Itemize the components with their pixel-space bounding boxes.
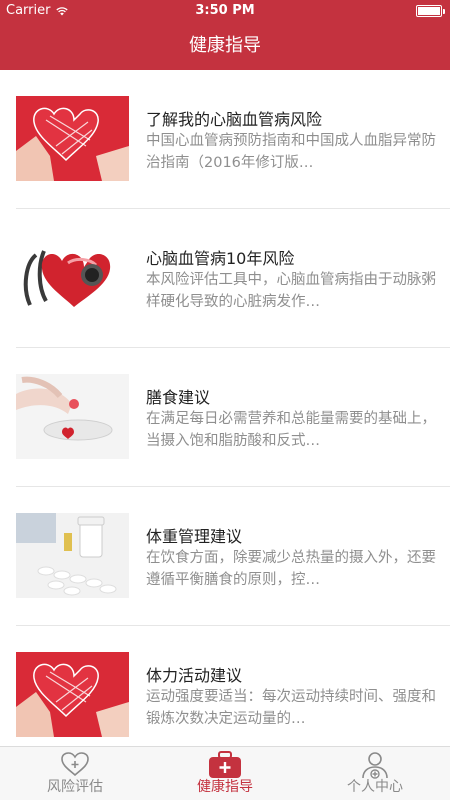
- tab-risk-assessment[interactable]: 风险评估: [0, 747, 150, 800]
- article-desc: 在饮食方面，除要减少总热量的摄入外，还要遵循平衡膳食的原则，控…: [146, 550, 436, 588]
- nav-bar: 健康指导: [0, 22, 450, 70]
- heart-plus-icon: [61, 752, 89, 777]
- tab-personal-center[interactable]: 个人中心: [300, 747, 450, 800]
- heart-hands-image: [16, 652, 129, 737]
- article-desc: 中国心血管病预防指南和中国成人血脂异常防治指南（2016年修订版…: [146, 133, 436, 171]
- status-time: 3:50 PM: [195, 3, 255, 18]
- article-item[interactable]: 心脑血管病10年风险 本风险评估工具中，心脑血管病指由于动脉粥样硬化导致的心脏病…: [16, 209, 450, 348]
- battery-icon: [416, 5, 445, 17]
- article-desc: 本风险评估工具中，心脑血管病指由于动脉粥样硬化导致的心脏病发作…: [146, 272, 436, 310]
- heart-hands-image: [16, 96, 129, 181]
- tab-bar: 风险评估 健康指导 个人中心: [0, 746, 450, 800]
- screen: Carrier 3:50 PM 健康指导 了解我的心脑血管病风险 中国心血管病预…: [0, 0, 450, 800]
- medical-kit-icon: [209, 751, 241, 778]
- status-bar: Carrier 3:50 PM: [0, 0, 450, 22]
- tab-label: 健康指导: [197, 779, 253, 795]
- article-title: 膳食建议: [146, 388, 211, 407]
- page-title: 健康指导: [189, 35, 261, 56]
- article-title: 体重管理建议: [146, 527, 243, 546]
- article-item[interactable]: 体力活动建议 运动强度要适当：每次运动持续时间、强度和锻炼次数决定运动量的…: [16, 626, 450, 746]
- tab-label: 风险评估: [47, 779, 103, 795]
- article-title: 了解我的心脑血管病风险: [146, 110, 323, 129]
- user-plus-icon: [362, 752, 388, 779]
- article-title: 心脑血管病10年风险: [146, 249, 295, 268]
- article-item[interactable]: 膳食建议 在满足每日必需营养和总能量需要的基础上，当摄入饱和脂肪酸和反式…: [16, 348, 450, 487]
- heart-stethoscope-image: [16, 235, 129, 320]
- article-desc: 在满足每日必需营养和总能量需要的基础上，当摄入饱和脂肪酸和反式…: [146, 411, 436, 449]
- article-item[interactable]: 了解我的心脑血管病风险 中国心血管病预防指南和中国成人血脂异常防治指南（2016…: [16, 70, 450, 209]
- hands-heart-pill-image: [16, 374, 129, 459]
- tab-label: 个人中心: [347, 779, 403, 795]
- tab-health-guidance[interactable]: 健康指导: [150, 747, 300, 800]
- pills-bottle-image: [16, 513, 129, 598]
- article-title: 体力活动建议: [146, 666, 243, 685]
- article-item[interactable]: 体重管理建议 在饮食方面，除要减少总热量的摄入外，还要遵循平衡膳食的原则，控…: [16, 487, 450, 626]
- article-desc: 运动强度要适当：每次运动持续时间、强度和锻炼次数决定运动量的…: [146, 689, 436, 727]
- article-list: 了解我的心脑血管病风险 中国心血管病预防指南和中国成人血脂异常防治指南（2016…: [0, 70, 450, 746]
